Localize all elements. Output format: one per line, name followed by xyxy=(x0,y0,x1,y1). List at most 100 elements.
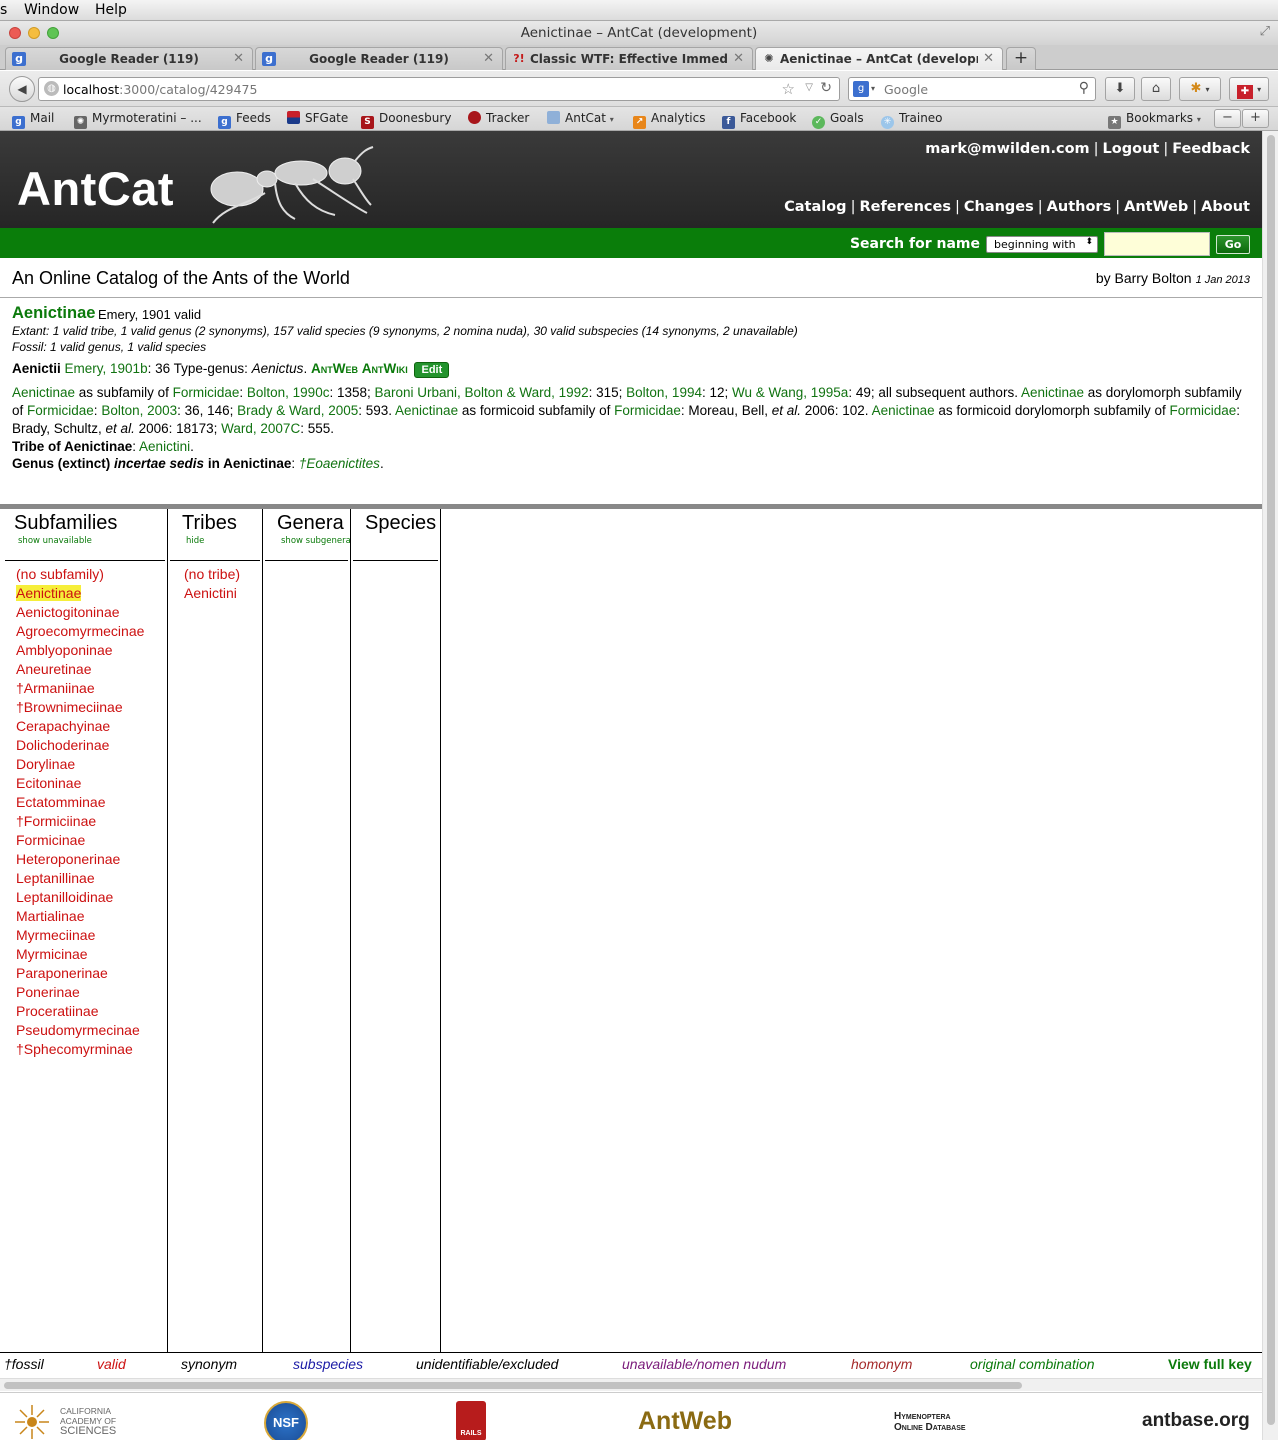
hide-tribes-link[interactable]: hide xyxy=(186,536,204,546)
menu-help[interactable]: Help xyxy=(95,2,127,18)
subfamily-item[interactable]: Myrmicinae xyxy=(16,945,144,964)
name-search-input[interactable] xyxy=(1104,232,1210,256)
history-link[interactable]: Baroni Urbani, Bolton & Ward, 1992 xyxy=(375,385,589,400)
bookmark-myrmoteratini[interactable]: ✺ Myrmoteratini – ... xyxy=(74,111,202,129)
horizontal-scroll-thumb[interactable] xyxy=(4,1382,1022,1389)
antcat-logo[interactable]: AntCat xyxy=(17,161,174,216)
bookmark-star-icon[interactable]: ☆ xyxy=(782,80,795,98)
nsf-logo[interactable]: NSF xyxy=(264,1401,308,1440)
subfamily-item[interactable]: †Brownimeciinae xyxy=(16,698,144,717)
tab-google-reader-1[interactable]: g Google Reader (119) ✕ xyxy=(5,47,253,70)
bookmark-antcat-folder[interactable]: AntCat ▾ xyxy=(547,111,614,125)
history-link[interactable]: Brady & Ward, 2005 xyxy=(237,403,358,418)
horizontal-scrollbar[interactable] xyxy=(0,1378,1262,1391)
antwiki-link[interactable]: AntWiki xyxy=(362,361,408,376)
user-email-link[interactable]: mark@mwilden.com xyxy=(925,141,1089,157)
cas-logo[interactable]: CALIFORNIA ACADEMY OF SCIENCES xyxy=(60,1406,116,1437)
subfamily-item[interactable]: Aneuretinae xyxy=(16,660,144,679)
url-bar[interactable]: ◍ localhost:3000/catalog/429475 ☆ ▽ ↻ xyxy=(38,77,840,101)
subfamily-item[interactable]: Cerapachyinae xyxy=(16,717,144,736)
subfamily-item[interactable]: Pseudomyrmecinae xyxy=(16,1021,144,1040)
new-tab-button[interactable]: + xyxy=(1006,47,1036,70)
addon-button[interactable]: ✚ ▾ xyxy=(1229,77,1269,101)
history-link[interactable]: Formicidae xyxy=(173,385,240,400)
subfamily-item[interactable]: Martialinae xyxy=(16,907,144,926)
show-unavailable-link[interactable]: show unavailable xyxy=(18,536,92,546)
bookmark-mail[interactable]: g Mail xyxy=(12,111,54,129)
logout-link[interactable]: Logout xyxy=(1103,141,1160,157)
subfamily-item[interactable]: †Formiciinae xyxy=(16,812,144,831)
antweb-link[interactable]: AntWeb xyxy=(311,361,358,376)
tribe-item[interactable]: Aenictini xyxy=(184,584,240,603)
subfamily-item[interactable]: †Sphecomyrminae xyxy=(16,1040,144,1059)
nav-references[interactable]: References xyxy=(859,199,951,215)
history-link[interactable]: Bolton, 1994 xyxy=(626,385,702,400)
tribe-item[interactable]: (no tribe) xyxy=(184,565,240,584)
magnifier-icon[interactable]: ⚲ xyxy=(1079,80,1089,96)
history-link[interactable]: Bolton, 1990c xyxy=(247,385,330,400)
google-icon[interactable]: g xyxy=(853,81,869,97)
vertical-scrollbar[interactable] xyxy=(1262,131,1278,1440)
downloads-button[interactable]: ⬇ xyxy=(1105,77,1135,101)
feedback-link[interactable]: Feedback xyxy=(1172,141,1250,157)
close-tab-icon[interactable]: ✕ xyxy=(733,51,744,66)
history-link[interactable]: Aenictinae xyxy=(395,403,458,418)
subfamily-item[interactable]: Ectatomminae xyxy=(16,793,144,812)
home-button[interactable]: ⌂ xyxy=(1141,77,1171,101)
rails-logo[interactable]: RAILS xyxy=(456,1401,486,1440)
bookmark-traineo[interactable]: ✳ Traineo xyxy=(881,111,943,129)
tribe-link[interactable]: Aenictini xyxy=(139,439,190,454)
history-link[interactable]: Bolton, 2003 xyxy=(101,403,177,418)
nav-antweb[interactable]: AntWeb xyxy=(1124,199,1188,215)
nav-about[interactable]: About xyxy=(1201,199,1250,215)
bookmark-doonesbury[interactable]: S Doonesbury xyxy=(361,111,451,129)
subfamily-item[interactable]: (no subfamily) xyxy=(16,565,144,584)
history-link[interactable]: Wu & Wang, 1995a xyxy=(732,385,848,400)
bookmarks-menu[interactable]: ★ Bookmarks ▾ xyxy=(1108,111,1201,129)
search-bar[interactable]: g ▾ Google ⚲ xyxy=(848,77,1096,101)
taxon-name[interactable]: Aenictinae xyxy=(12,304,95,323)
nav-changes[interactable]: Changes xyxy=(964,199,1034,215)
chevron-down-icon[interactable]: ▾ xyxy=(871,84,875,93)
bookmark-goals[interactable]: ✓ Goals xyxy=(812,111,864,129)
edit-button[interactable]: Edit xyxy=(414,362,450,378)
subfamily-item[interactable]: Amblyoponinae xyxy=(16,641,144,660)
zoom-out-button[interactable]: − xyxy=(1214,109,1241,128)
subfamily-item[interactable]: Proceratiinae xyxy=(16,1002,144,1021)
history-link[interactable]: Aenictinae xyxy=(12,385,75,400)
subfamily-item[interactable]: Aenictinae xyxy=(16,584,144,603)
subfamily-item[interactable]: Leptanilloidinae xyxy=(16,888,144,907)
subfamily-item[interactable]: Formicinae xyxy=(16,831,144,850)
tab-antcat[interactable]: ✺ Aenictinae – AntCat (developme... ✕ xyxy=(755,47,1003,70)
search-mode-select[interactable]: beginning with ⬍ xyxy=(986,235,1098,253)
antbase-logo[interactable]: antbase.org xyxy=(1142,1410,1250,1432)
tab-google-reader-2[interactable]: g Google Reader (119) ✕ xyxy=(255,47,503,70)
bookmark-sfgate[interactable]: SFGate xyxy=(287,111,348,125)
subfamily-item[interactable]: Dolichoderinae xyxy=(16,736,144,755)
genus-link[interactable]: †Eoaenictites xyxy=(299,456,380,471)
close-tab-icon[interactable]: ✕ xyxy=(233,51,244,66)
type-reference-link[interactable]: Emery, 1901b xyxy=(65,361,148,376)
subfamily-item[interactable]: Leptanillinae xyxy=(16,869,144,888)
close-tab-icon[interactable]: ✕ xyxy=(483,51,494,66)
subfamily-item[interactable]: †Armaniinae xyxy=(16,679,144,698)
reload-icon[interactable]: ↻ xyxy=(820,80,832,96)
history-link[interactable]: Formicidae xyxy=(27,403,94,418)
history-link[interactable]: Formicidae xyxy=(614,403,681,418)
fullscreen-icon[interactable]: ⤢ xyxy=(1260,24,1270,39)
subfamily-item[interactable]: Paraponerinae xyxy=(16,964,144,983)
history-dropdown-icon[interactable]: ▽ xyxy=(805,82,813,93)
go-button[interactable]: Go xyxy=(1216,234,1250,254)
bookmark-facebook[interactable]: f Facebook xyxy=(722,111,796,129)
subfamily-item[interactable]: Agroecomyrmecinae xyxy=(16,622,144,641)
back-button[interactable]: ◀ xyxy=(9,76,35,102)
subfamily-item[interactable]: Heteroponerinae xyxy=(16,850,144,869)
subfamily-item[interactable]: Ponerinae xyxy=(16,983,144,1002)
show-subgenera-link[interactable]: show subgenera xyxy=(281,536,351,546)
close-tab-icon[interactable]: ✕ xyxy=(983,51,994,66)
menu-app[interactable]: s xyxy=(0,2,7,18)
history-link[interactable]: Ward, 2007C xyxy=(221,421,300,436)
zoom-in-button[interactable]: + xyxy=(1242,109,1269,128)
subfamily-item[interactable]: Aenictogitoninae xyxy=(16,603,144,622)
bookmark-analytics[interactable]: ↗ Analytics xyxy=(633,111,706,129)
